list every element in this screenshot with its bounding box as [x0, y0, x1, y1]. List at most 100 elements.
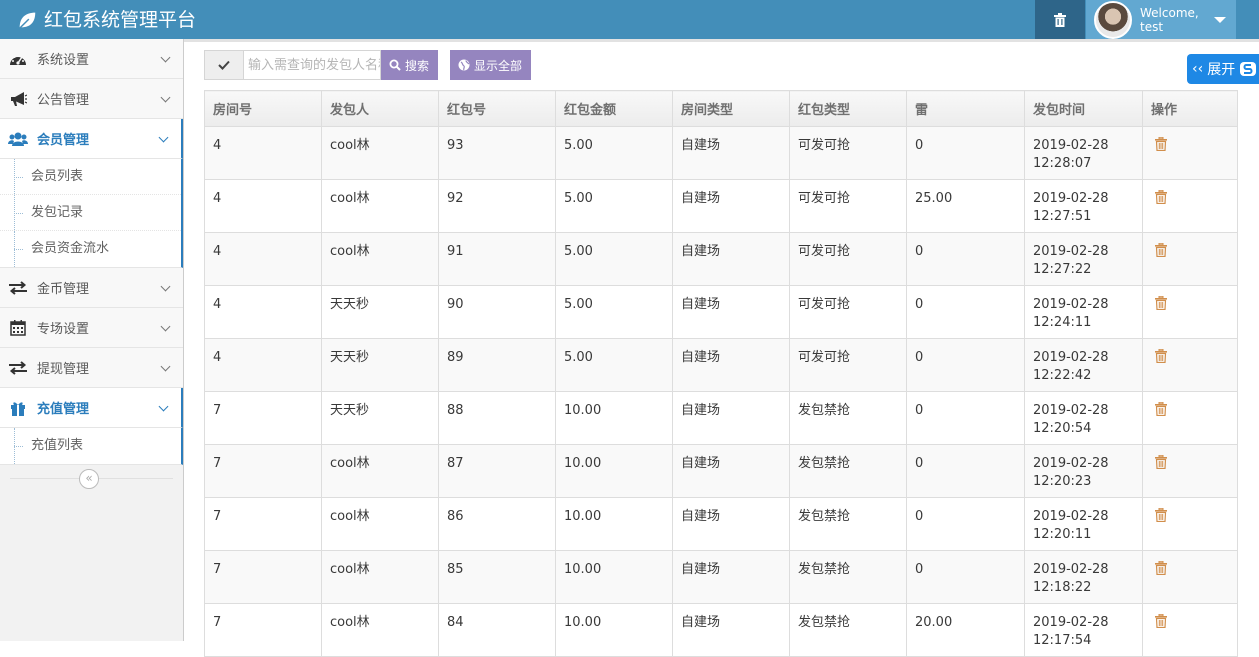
search-input[interactable] [244, 50, 381, 80]
table-row: 7 cool林 86 10.00 自建场 发包禁抢 0 2019-02-28 12:20:11 [204, 497, 1238, 551]
column-header-room-no[interactable]: 房间号 [204, 90, 322, 127]
cell-packet-type: 可发可抢 [789, 126, 907, 180]
delete-trash-icon[interactable] [1155, 507, 1167, 528]
sidebar-item-special-rooms[interactable]: 专场设置 [0, 308, 183, 348]
sidebar-subitem-send-records[interactable]: 发包记录 [0, 195, 181, 231]
cell-packet-type: 可发可抢 [789, 232, 907, 286]
cell-room-no: 7 [204, 497, 322, 551]
sidebar-item-system-settings[interactable]: 系统设置 [0, 39, 183, 79]
column-header-packet-type[interactable]: 红包类型 [789, 90, 907, 127]
cell-room-no: 7 [204, 603, 322, 657]
user-menu[interactable]: Welcome, test [1086, 0, 1236, 39]
cell-amount: 10.00 [555, 497, 673, 551]
brand[interactable]: 红包系统管理平台 [16, 0, 196, 39]
sidebar-item-coins[interactable]: 金币管理 [0, 268, 183, 308]
cell-actions [1142, 391, 1238, 445]
cell-actions [1142, 232, 1238, 286]
column-header-packet-no[interactable]: 红包号 [438, 90, 556, 127]
send-date: 2019-02-28 [1033, 191, 1109, 206]
cell-sender: cool林 [321, 126, 439, 180]
delete-trash-icon[interactable] [1155, 454, 1167, 475]
send-date: 2019-02-28 [1033, 244, 1109, 259]
cell-actions [1142, 444, 1238, 498]
cell-packet-no: 84 [438, 603, 556, 657]
column-header-room-type[interactable]: 房间类型 [672, 90, 790, 127]
cell-actions [1142, 285, 1238, 339]
cell-send-time: 2019-02-28 12:27:51 [1024, 179, 1143, 233]
send-time: 12:20:54 [1033, 421, 1092, 436]
cell-packet-no: 88 [438, 391, 556, 445]
show-all-button[interactable]: 显示全部 [450, 50, 531, 80]
delete-trash-icon[interactable] [1155, 613, 1167, 634]
cell-sender: 天天秒 [321, 391, 439, 445]
app-title: 红包系统管理平台 [44, 8, 197, 31]
cell-packet-no: 90 [438, 285, 556, 339]
cell-packet-no: 93 [438, 126, 556, 180]
search-bar: 搜索 [204, 50, 438, 80]
table-row: 4 天天秒 90 5.00 自建场 可发可抢 0 2019-02-28 12:24:11 [204, 285, 1238, 339]
cell-amount: 5.00 [555, 338, 673, 392]
column-header-sender[interactable]: 发包人 [321, 90, 439, 127]
column-header-mine[interactable]: 雷 [906, 90, 1025, 127]
cell-room-type: 自建场 [672, 444, 790, 498]
cell-room-type: 自建场 [672, 550, 790, 604]
table-row: 7 cool林 87 10.00 自建场 发包禁抢 0 2019-02-28 12:20:23 [204, 444, 1238, 498]
cell-mine: 0 [906, 285, 1025, 339]
cell-amount: 5.00 [555, 126, 673, 180]
cell-room-type: 自建场 [672, 232, 790, 286]
cell-sender: cool林 [321, 232, 439, 286]
delete-trash-icon[interactable] [1155, 348, 1167, 369]
search-button[interactable]: 搜索 [381, 50, 438, 80]
column-header-actions: 操作 [1142, 90, 1238, 127]
cell-amount: 5.00 [555, 179, 673, 233]
cell-send-time: 2019-02-28 12:27:22 [1024, 232, 1143, 286]
sidebar-item-recharge[interactable]: 充值管理 [0, 388, 183, 428]
send-time: 12:27:22 [1033, 262, 1092, 277]
cell-packet-type: 可发可抢 [789, 285, 907, 339]
chevron-down-icon [160, 92, 171, 103]
expand-button[interactable]: ‹‹ 展开 [1187, 54, 1259, 84]
sidebar-item-label: 金币管理 [37, 282, 90, 297]
sidebar-item-label: 充值管理 [37, 402, 90, 417]
cell-send-time: 2019-02-28 12:22:42 [1024, 338, 1143, 392]
sidebar-subitem-recharge-list[interactable]: 充值列表 [0, 428, 181, 464]
trash-button[interactable] [1035, 0, 1085, 39]
trash-icon [1054, 12, 1066, 27]
red-packet-table: 房间号 发包人 红包号 红包金额 房间类型 红包类型 雷 发包时间 操作 4 co… [204, 90, 1238, 657]
sidebar-item-members[interactable]: 会员管理 [0, 119, 183, 159]
cell-room-type: 自建场 [672, 391, 790, 445]
cell-packet-no: 87 [438, 444, 556, 498]
collapse-sidebar-button[interactable]: « [79, 469, 99, 489]
delete-trash-icon[interactable] [1155, 560, 1167, 581]
delete-trash-icon[interactable] [1155, 136, 1167, 157]
send-date: 2019-02-28 [1033, 403, 1109, 418]
delete-trash-icon[interactable] [1155, 295, 1167, 316]
delete-trash-icon[interactable] [1155, 242, 1167, 263]
send-date: 2019-02-28 [1033, 456, 1109, 471]
column-header-send-time[interactable]: 发包时间 [1024, 90, 1143, 127]
delete-trash-icon[interactable] [1155, 401, 1167, 422]
sidebar-subitem-member-list[interactable]: 会员列表 [0, 159, 181, 195]
cell-packet-type: 发包禁抢 [789, 391, 907, 445]
sidebar-item-announcements[interactable]: 公告管理 [0, 79, 183, 119]
user-name: test [1140, 19, 1164, 34]
users-icon [7, 130, 29, 148]
cell-actions [1142, 603, 1238, 657]
send-date: 2019-02-28 [1033, 138, 1109, 153]
column-header-amount[interactable]: 红包金额 [555, 90, 673, 127]
delete-trash-icon[interactable] [1155, 189, 1167, 210]
cell-send-time: 2019-02-28 12:20:11 [1024, 497, 1143, 551]
send-time: 12:22:42 [1033, 368, 1092, 383]
cell-packet-type: 可发可抢 [789, 338, 907, 392]
cell-packet-type: 发包禁抢 [789, 497, 907, 551]
cell-actions [1142, 179, 1238, 233]
cell-mine: 0 [906, 126, 1025, 180]
send-time: 12:20:23 [1033, 474, 1092, 489]
table-row: 4 cool林 92 5.00 自建场 可发可抢 25.00 2019-02-28 12:27:… [204, 179, 1238, 233]
cell-room-type: 自建场 [672, 126, 790, 180]
select-all-checkbox[interactable] [204, 50, 244, 80]
cell-packet-no: 89 [438, 338, 556, 392]
sidebar-item-withdrawals[interactable]: 提现管理 [0, 348, 183, 388]
send-time: 12:24:11 [1033, 315, 1092, 330]
sidebar-subitem-fund-flow[interactable]: 会员资金流水 [0, 231, 181, 267]
